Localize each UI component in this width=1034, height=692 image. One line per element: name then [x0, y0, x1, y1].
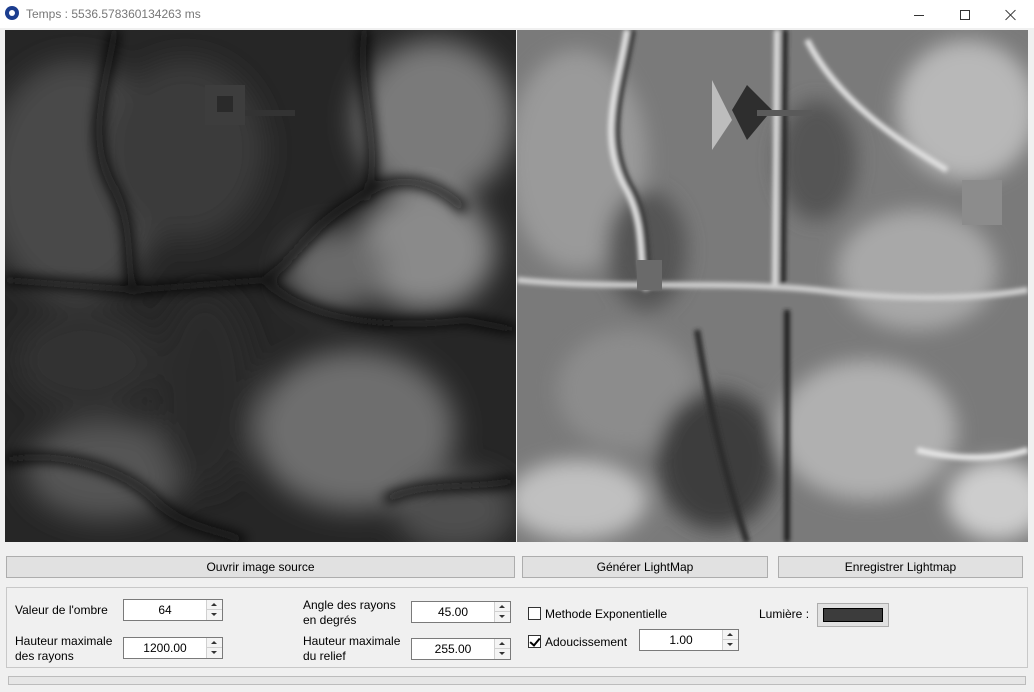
smoothing-stepper[interactable]: 1.00	[639, 629, 739, 651]
shadow-value-label: Valeur de l'ombre	[15, 603, 108, 617]
ray-height-label-line1: Hauteur maximale	[15, 634, 113, 648]
source-heightmap-image	[5, 30, 516, 542]
ray-angle-label-line1: Angle des rayons	[303, 598, 396, 612]
relief-height-label-line1: Hauteur maximale	[303, 634, 401, 648]
paw-app-icon[interactable]	[5, 6, 19, 20]
window-title: Temps : 5536.578360134263 ms	[26, 7, 201, 21]
close-button[interactable]	[988, 0, 1034, 28]
ray-height-input[interactable]: 1200.00	[124, 638, 206, 658]
decrement-arrow-icon[interactable]	[495, 649, 510, 659]
decrement-arrow-icon[interactable]	[495, 612, 510, 622]
shadow-value-input[interactable]: 64	[124, 600, 206, 620]
generate-lightmap-button[interactable]: Générer LightMap	[522, 556, 768, 578]
main-window: Temps : 5536.578360134263 ms Ouvrir imag…	[0, 0, 1034, 692]
decrement-arrow-icon[interactable]	[207, 610, 222, 620]
smoothing-label[interactable]: Adoucissement	[545, 635, 627, 650]
progress-bar	[8, 676, 1026, 685]
maximize-button[interactable]	[942, 0, 988, 28]
increment-arrow-icon[interactable]	[495, 602, 510, 612]
decrement-arrow-icon[interactable]	[207, 648, 222, 658]
open-source-image-button[interactable]: Ouvrir image source	[6, 556, 515, 578]
relief-height-input[interactable]: 255.00	[412, 639, 494, 659]
increment-arrow-icon[interactable]	[723, 630, 738, 640]
shadow-value-stepper[interactable]: 64	[123, 599, 223, 621]
maximize-icon	[960, 10, 970, 21]
light-color-label: Lumière :	[759, 607, 810, 621]
minimize-button[interactable]	[896, 0, 942, 28]
smoothing-input[interactable]: 1.00	[640, 630, 722, 650]
ray-angle-stepper[interactable]: 45.00	[411, 601, 511, 623]
ray-angle-label-line2: en degrés	[303, 613, 357, 627]
light-color-button[interactable]	[817, 603, 889, 627]
ray-angle-input[interactable]: 45.00	[412, 602, 494, 622]
minimize-icon	[914, 14, 924, 16]
decrement-arrow-icon[interactable]	[723, 640, 738, 650]
relief-height-label-line2: du relief	[303, 649, 346, 663]
title-bar: Temps : 5536.578360134263 ms	[0, 0, 1034, 28]
ray-height-stepper[interactable]: 1200.00	[123, 637, 223, 659]
options-panel: Valeur de l'ombre 64 Hauteur maximale de…	[6, 587, 1028, 668]
save-lightmap-button[interactable]: Enregistrer Lightmap	[778, 556, 1023, 578]
increment-arrow-icon[interactable]	[207, 638, 222, 648]
exponential-method-label[interactable]: Methode Exponentielle	[545, 607, 667, 622]
close-icon	[1005, 9, 1017, 21]
lightmap-image	[517, 30, 1028, 542]
increment-arrow-icon[interactable]	[495, 639, 510, 649]
ray-height-label-line2: des rayons	[15, 649, 74, 663]
smoothing-checkbox[interactable]	[528, 635, 541, 648]
exponential-method-checkbox[interactable]	[528, 607, 541, 620]
increment-arrow-icon[interactable]	[207, 600, 222, 610]
light-color-swatch	[823, 608, 883, 622]
relief-height-stepper[interactable]: 255.00	[411, 638, 511, 660]
